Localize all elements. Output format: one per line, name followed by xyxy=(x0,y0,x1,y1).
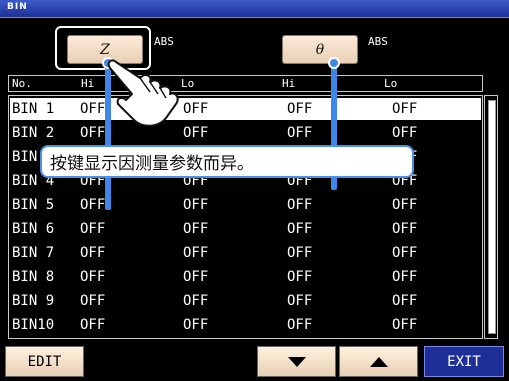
table-row[interactable]: BIN 2 OFF OFF OFF OFF xyxy=(10,122,481,144)
table-row[interactable]: BIN 5 OFF OFF OFF OFF xyxy=(10,194,481,216)
cell-lo1: OFF xyxy=(183,245,209,261)
cell-lo1: OFF xyxy=(183,101,209,117)
header-lo-2: Lo xyxy=(384,77,398,90)
cell-bin: BIN 9 xyxy=(12,293,55,309)
table-row[interactable]: BIN 1 OFF OFF OFF OFF xyxy=(10,98,481,120)
table-row[interactable]: BIN 6 OFF OFF OFF OFF xyxy=(10,218,481,240)
param2-button[interactable]: θ xyxy=(282,35,358,64)
cell-hi2: OFF xyxy=(287,197,313,213)
header-no: No. xyxy=(12,77,32,90)
header-lo-1: Lo xyxy=(181,77,195,90)
arrow-up-icon xyxy=(369,356,388,367)
table-row[interactable]: BIN10 OFF OFF OFF OFF xyxy=(10,314,481,336)
edit-button[interactable]: EDIT xyxy=(5,346,84,377)
table-row[interactable]: BIN 9 OFF OFF OFF OFF xyxy=(10,290,481,312)
cell-lo1: OFF xyxy=(183,317,209,333)
cell-hi2: OFF xyxy=(287,245,313,261)
cell-hi1: OFF xyxy=(80,269,106,285)
cell-hi1: OFF xyxy=(80,197,106,213)
cell-lo1: OFF xyxy=(183,125,209,141)
cell-bin: BIN 8 xyxy=(12,269,55,285)
window-title: BIN xyxy=(7,2,28,12)
annotation-tooltip: 按键显示因测量参数而异。 xyxy=(40,145,414,178)
header-hi-1: Hi xyxy=(81,77,95,90)
cell-lo2: OFF xyxy=(392,101,418,117)
param2-mode-label: ABS xyxy=(368,35,388,48)
cell-bin: BIN10 xyxy=(12,317,55,333)
cell-hi2: OFF xyxy=(287,269,313,285)
cell-bin: BIN 7 xyxy=(12,245,55,261)
bin-settings-screen: BIN Z ABS θ ABS No. Hi Lo Hi Lo BIN 1 OFF… xyxy=(0,0,509,381)
cell-lo2: OFF xyxy=(392,269,418,285)
cell-lo2: OFF xyxy=(392,293,418,309)
header-hi-2: Hi xyxy=(282,77,296,90)
cell-hi1: OFF xyxy=(80,293,106,309)
table-row[interactable]: BIN 8 OFF OFF OFF OFF xyxy=(10,266,481,288)
cell-hi1: OFF xyxy=(80,221,106,237)
cell-hi2: OFF xyxy=(287,125,313,141)
cell-lo1: OFF xyxy=(183,269,209,285)
scrollbar-thumb[interactable] xyxy=(488,100,496,334)
cell-hi2: OFF xyxy=(287,293,313,309)
cell-hi2: OFF xyxy=(287,221,313,237)
cell-bin: BIN 1 xyxy=(12,101,55,117)
annotation-dot-2 xyxy=(328,57,340,69)
cell-bin: BIN 6 xyxy=(12,221,55,237)
scroll-down-button[interactable] xyxy=(257,346,336,377)
table-header: No. Hi Lo Hi Lo xyxy=(8,75,483,92)
cell-lo1: OFF xyxy=(183,197,209,213)
cell-hi2: OFF xyxy=(287,101,313,117)
cell-lo2: OFF xyxy=(392,221,418,237)
title-bar: BIN xyxy=(0,0,509,18)
scroll-up-button[interactable] xyxy=(339,346,418,377)
tooltip-text: 按键显示因测量参数而异。 xyxy=(50,154,254,174)
cell-hi1: OFF xyxy=(80,245,106,261)
cell-hi2: OFF xyxy=(287,317,313,333)
cell-lo2: OFF xyxy=(392,245,418,261)
cell-bin: BIN 2 xyxy=(12,125,55,141)
param1-mode-label: ABS xyxy=(154,35,174,48)
pointing-hand-icon xyxy=(107,59,179,127)
cell-lo2: OFF xyxy=(392,197,418,213)
cell-lo2: OFF xyxy=(392,317,418,333)
exit-button[interactable]: EXIT xyxy=(424,346,504,377)
cell-bin: BIN 5 xyxy=(12,197,55,213)
cell-hi1: OFF xyxy=(80,317,106,333)
table-row[interactable]: BIN 7 OFF OFF OFF OFF xyxy=(10,242,481,264)
scrollbar[interactable] xyxy=(484,95,498,339)
cell-lo2: OFF xyxy=(392,125,418,141)
bin-table: BIN 1OFFOFFOFFOFFBIN 2OFFOFFOFFOFFBIN 3O… xyxy=(8,95,483,339)
cell-lo1: OFF xyxy=(183,221,209,237)
cell-lo1: OFF xyxy=(183,293,209,309)
arrow-down-icon xyxy=(287,356,306,367)
